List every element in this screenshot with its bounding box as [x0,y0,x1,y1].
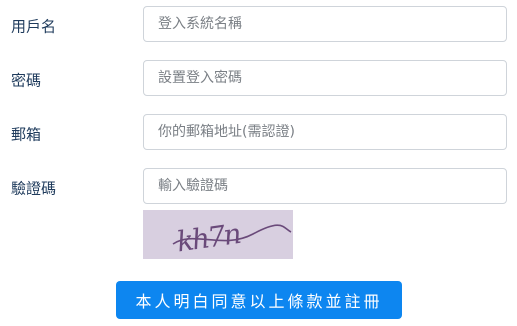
captcha-image[interactable]: kh7n [143,210,293,259]
email-row: 郵箱 [0,114,517,154]
captcha-input[interactable] [143,168,507,204]
captcha-graphic: kh7n [143,210,293,259]
email-input[interactable] [143,114,507,150]
password-input[interactable] [143,60,507,96]
email-label: 郵箱 [11,125,42,144]
password-label: 密碼 [11,71,42,90]
username-label: 用戶名 [11,17,57,36]
registration-form: 用戶名 密碼 郵箱 驗證碼 kh7n 本人明白同意以上條款並註冊 [0,0,517,326]
captcha-label: 驗證碼 [11,179,57,198]
username-input[interactable] [143,6,507,42]
password-row: 密碼 [0,60,517,100]
username-row: 用戶名 [0,6,517,46]
captcha-row: 驗證碼 [0,168,517,208]
register-button[interactable]: 本人明白同意以上條款並註冊 [116,281,402,319]
